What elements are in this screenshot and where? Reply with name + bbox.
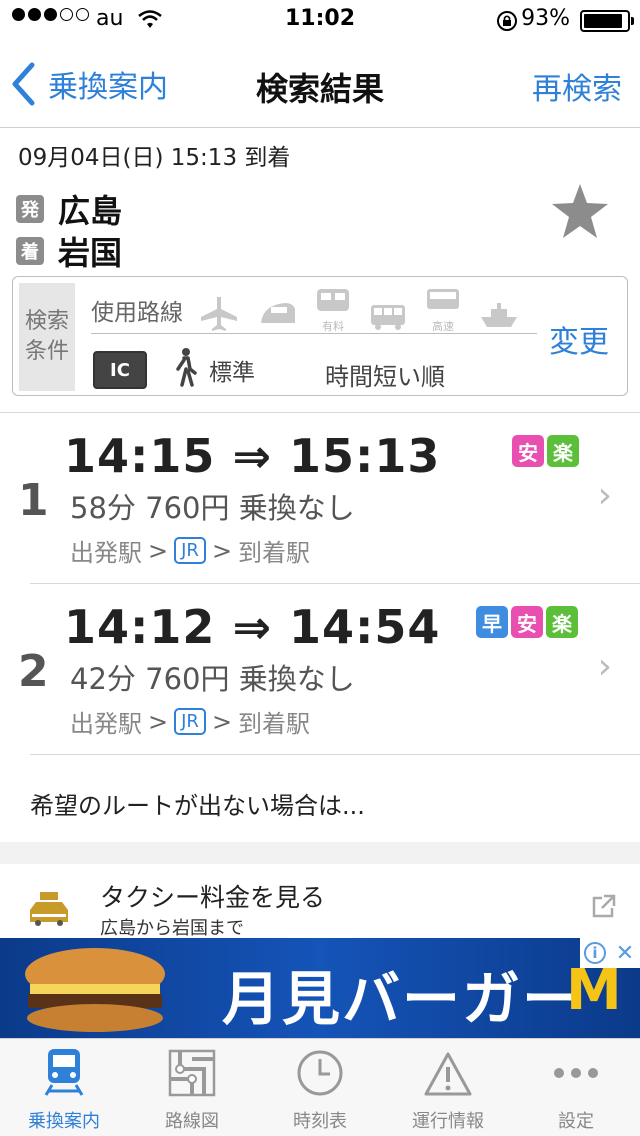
tab-label: 路線図 xyxy=(165,1111,219,1132)
route-path: 出発駅 > JR > 到着駅 xyxy=(70,704,310,739)
destination-label: 到着駅 xyxy=(238,539,311,567)
tag-fast: 早 xyxy=(476,606,508,638)
tag-easy: 楽 xyxy=(547,435,579,467)
route-item-2[interactable]: 2 14:12 ⇒ 14:54 早 安 楽 42分 760円 乗換なし 出発駅 … xyxy=(0,584,640,754)
arrival-station-row: 着 岩国 xyxy=(16,228,122,274)
route-tags: 早 安 楽 xyxy=(476,606,578,638)
route-map-icon xyxy=(168,1049,216,1097)
conditions-label: 検索 条件 xyxy=(19,283,75,391)
route-number: 2 xyxy=(18,646,49,697)
route-summary: 58分 760円 乗換なし xyxy=(70,491,355,525)
arrival-time: 15:13 xyxy=(289,429,441,483)
departure-station: 広島 xyxy=(58,192,123,230)
navigation-bar: 乗換案内 検索結果 再検索 xyxy=(0,40,640,128)
tab-label: 時刻表 xyxy=(293,1111,347,1132)
airplane-icon xyxy=(199,295,239,334)
route-path: 出発駅 > JR > 到着駅 xyxy=(70,533,310,568)
tab-bar: 乗換案内 路線図 時刻表 運行情報 設定 xyxy=(0,1038,640,1136)
route-item-1[interactable]: 1 14:15 ⇒ 15:13 安 楽 58分 760円 乗換なし 出発駅 > … xyxy=(0,413,640,583)
star-icon[interactable] xyxy=(550,182,610,240)
departure-badge: 発 xyxy=(16,195,44,223)
tab-transfer[interactable]: 乗換案内 xyxy=(0,1039,128,1136)
battery-icon xyxy=(580,10,634,32)
section-separator xyxy=(0,842,640,864)
tab-service-info[interactable]: 運行情報 xyxy=(384,1039,512,1136)
arrival-datetime: 09月04日(日) 15:13 到着 xyxy=(18,145,291,171)
tag-easy: 楽 xyxy=(546,606,578,638)
taxi-subtitle: 広島から岩国まで xyxy=(100,918,244,939)
clock-icon xyxy=(297,1050,343,1096)
route-summary: 42分 760円 乗換なし xyxy=(70,662,355,696)
origin-label: 出発駅 xyxy=(70,710,142,738)
ad-headline: 月見バーガー xyxy=(222,965,583,1033)
tab-timetable[interactable]: 時刻表 xyxy=(256,1039,384,1136)
tab-route-map[interactable]: 路線図 xyxy=(128,1039,256,1136)
ic-card-icon: IC xyxy=(93,351,147,389)
orientation-lock-icon xyxy=(497,11,517,31)
more-icon xyxy=(554,1068,598,1078)
highway-bus-caption: 高速 xyxy=(432,320,454,333)
route-not-found-link[interactable]: 希望のルートが出ない場合は... xyxy=(30,786,365,821)
shinkansen-icon xyxy=(257,295,297,334)
battery-percentage: 93% xyxy=(521,6,570,31)
search-conditions-box[interactable]: 検索 条件 使用路線 有料 高速 IC 標準 時間短い順 変更 xyxy=(12,276,628,396)
tab-label: 運行情報 xyxy=(412,1111,484,1132)
bus-icon xyxy=(369,301,407,334)
research-button[interactable]: 再検索 xyxy=(532,64,622,108)
highway-bus-icon: 高速 xyxy=(425,287,461,334)
route-times: 14:15 ⇒ 15:13 xyxy=(64,429,440,483)
walking-person-icon xyxy=(176,348,197,387)
taxi-fare-row[interactable]: タクシー料金を見る 広島から岩国まで xyxy=(0,864,640,939)
tag-cheap: 安 xyxy=(512,435,544,467)
destination-label: 到着駅 xyxy=(238,710,311,738)
arrival-station: 岩国 xyxy=(58,234,123,272)
route-number: 1 xyxy=(18,475,49,526)
sort-order-label: 時間短い順 xyxy=(325,363,445,391)
external-link-icon xyxy=(592,894,616,918)
limited-express-icon: 有料 xyxy=(315,287,351,334)
arrival-badge: 着 xyxy=(16,237,44,265)
taxi-icon xyxy=(30,892,68,926)
burger-image xyxy=(25,948,165,1032)
departure-station-row: 発 広島 xyxy=(16,186,122,232)
change-conditions-button[interactable]: 変更 xyxy=(549,317,609,361)
train-icon xyxy=(44,1049,84,1096)
ad-banner[interactable]: 月見バーガー M i ✕ xyxy=(0,938,640,1038)
line-jr-badge: JR xyxy=(174,708,206,735)
departure-time: 14:12 xyxy=(64,600,216,654)
transport-icons: 有料 高速 xyxy=(199,287,519,334)
ferry-icon xyxy=(479,299,519,334)
tab-label: 設定 xyxy=(558,1111,594,1132)
arrival-time: 14:54 xyxy=(289,600,441,654)
ad-info-icon[interactable]: i xyxy=(580,938,610,968)
chevron-right-icon: › xyxy=(597,646,612,687)
arrow: ⇒ xyxy=(232,429,272,483)
chevron-right-icon: › xyxy=(597,475,612,516)
origin-label: 出発駅 xyxy=(70,539,142,567)
warning-icon xyxy=(424,1052,472,1096)
route-tags: 安 楽 xyxy=(512,435,579,467)
conditions-divider xyxy=(91,333,537,334)
tab-label: 乗換案内 xyxy=(28,1111,100,1132)
ad-close-icon[interactable]: ✕ xyxy=(610,938,640,968)
status-bar: au 11:02 93% xyxy=(0,0,640,40)
divider xyxy=(30,754,640,755)
lines-label: 使用路線 xyxy=(91,300,183,326)
walk-speed-label: 標準 xyxy=(209,360,255,386)
limited-express-caption: 有料 xyxy=(322,320,344,333)
arrow: ⇒ xyxy=(232,600,272,654)
taxi-title: タクシー料金を見る xyxy=(100,883,326,912)
route-times: 14:12 ⇒ 14:54 xyxy=(64,600,440,654)
departure-time: 14:15 xyxy=(64,429,216,483)
tag-cheap: 安 xyxy=(511,606,543,638)
tab-settings[interactable]: 設定 xyxy=(512,1039,640,1136)
line-jr-badge: JR xyxy=(174,537,206,564)
